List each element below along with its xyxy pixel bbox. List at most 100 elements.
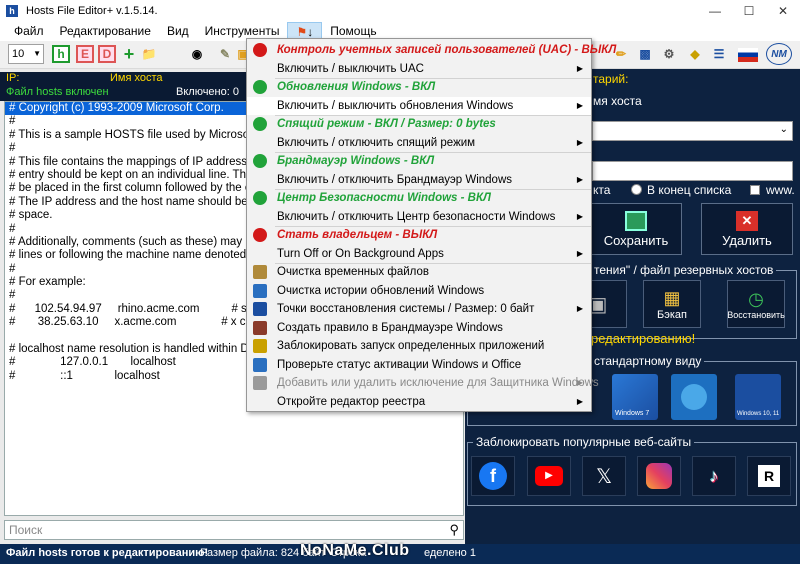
dropdown-item[interactable]: Очистка временных файлов [247, 263, 591, 281]
dropdown-item-label: Обновления Windows - ВКЛ [277, 81, 436, 93]
submenu-arrow-icon: ▶ [576, 396, 583, 406]
radio-end-of-list[interactable] [631, 184, 642, 195]
submenu-arrow-icon: ▶ [576, 137, 583, 147]
firewall-on-icon [253, 154, 267, 168]
menu-view[interactable]: Вид [159, 22, 197, 41]
maximize-button[interactable]: ☐ [732, 0, 766, 22]
font-size-select[interactable]: 10 ▼ [8, 44, 44, 64]
nm-logo-icon: NM [766, 43, 792, 65]
dropdown-item-label: Создать правило в Брандмауэре Windows [277, 321, 503, 334]
backup-group-title: тения" / файл резервных хостов [591, 263, 777, 277]
dropdown-item[interactable]: Откройте редактор реестра ▶ [247, 393, 591, 411]
standard-view-title: стандартному виду [591, 354, 705, 368]
submenu-arrow-icon: ▶ [576, 100, 583, 110]
defender-shield-icon [253, 376, 267, 390]
backup-button[interactable]: ▦ Бэкап [643, 280, 701, 328]
open-folder-icon[interactable]: 📁 [140, 45, 158, 63]
edit-e-button[interactable]: E [76, 45, 94, 63]
dropdown-item[interactable]: Включить / выключить обновления Windows ▶ [247, 96, 591, 115]
dropdown-item[interactable]: Включить / отключить Брандмауэр Windows ▶ [247, 171, 591, 189]
restore-clock-icon: ◷ [748, 288, 764, 309]
dropdown-item-label: Включить / отключить Центр безопасности … [277, 210, 556, 223]
disable-d-button[interactable]: D [98, 45, 116, 63]
dropdown-item-label: Очистка истории обновлений Windows [277, 284, 485, 297]
search-icon[interactable]: ⚲ [449, 522, 459, 538]
dropdown-item: Обновления Windows - ВКЛ [247, 78, 591, 96]
dropdown-item: Брандмауэр Windows - ВКЛ [247, 152, 591, 170]
edit-mode-text: редактированию! [591, 331, 696, 346]
ip-column-header[interactable]: IP: [6, 72, 19, 84]
windows-7-button[interactable]: Windows 7 [612, 374, 658, 420]
checklist-icon[interactable]: ☰ [710, 45, 728, 63]
dropdown-item-label: Спящий режим - ВКЛ / Размер: 0 bytes [277, 118, 496, 130]
minimize-button[interactable]: — [698, 0, 732, 22]
host-column-header[interactable]: Имя хоста [110, 72, 163, 84]
windows-8-button[interactable] [671, 374, 717, 420]
dropdown-item[interactable]: Включить / выключить UAC ▶ [247, 60, 591, 78]
dropdown-item-label: Контроль учетных записей пользователей (… [277, 44, 617, 56]
youtube-button[interactable]: ▶ [527, 456, 571, 496]
sleep-on-icon [253, 117, 267, 131]
windows-10-11-button[interactable]: Windows 10, 11 [735, 374, 781, 420]
enabled-count: Включено: 0 [176, 86, 239, 98]
delete-button[interactable]: ✕ Удалить [701, 203, 793, 255]
dropdown-item[interactable]: Проверьте статус активации Windows и Off… [247, 356, 591, 374]
dropdown-item[interactable]: Включить / отключить спящий режим ▶ [247, 134, 591, 152]
language-flag-icon[interactable] [738, 48, 758, 62]
comment-label: тарий: [593, 72, 629, 86]
radio-end-label: В конец списка [647, 183, 732, 197]
radio-start-label: кта [593, 183, 611, 197]
block-sites-title: Заблокировать популярные веб-сайты [473, 435, 695, 449]
youtube-icon: ▶ [535, 466, 563, 486]
search-input[interactable] [5, 521, 435, 539]
security-center-on-icon [253, 191, 267, 205]
floppy-disk-icon [625, 210, 647, 231]
lock-icon[interactable]: ◆ [686, 45, 704, 63]
dropdown-item[interactable]: Turn Off or On Background Apps ▶ [247, 245, 591, 263]
instagram-button[interactable] [637, 456, 681, 496]
tiktok-button[interactable]: ♪ [692, 456, 736, 496]
dropdown-item-label: Включить / отключить спящий режим [277, 136, 476, 149]
x-twitter-button[interactable]: 𝕏 [582, 456, 626, 496]
monitor-icon[interactable]: ▩ [636, 45, 654, 63]
host-name-label: мя хоста [593, 94, 642, 108]
dropdown-item-label: Включить / выключить UAC [277, 62, 424, 75]
windows-8-logo-icon [681, 384, 707, 410]
export-icon[interactable]: ✎ [216, 45, 234, 63]
add-icon[interactable]: + [120, 44, 138, 64]
comment-input[interactable] [592, 161, 793, 181]
save-button[interactable]: Сохранить [590, 203, 682, 255]
dropdown-item[interactable]: Создать правило в Брандмауэре Windows [247, 319, 591, 337]
dropdown-item[interactable]: Добавить или удалить исключение для Защи… [247, 374, 599, 392]
status-ready: Файл hosts готов к редактированию! [6, 547, 209, 559]
dropdown-item[interactable]: Точки восстановления системы / Размер: 0… [247, 300, 591, 318]
dropdown-item-label: Turn Off or On Background Apps [277, 247, 444, 260]
dropdown-item[interactable]: Очистка истории обновлений Windows [247, 282, 591, 300]
submenu-arrow-icon: ▶ [576, 174, 583, 184]
dropdown-item[interactable]: Заблокировать запуск определенных прилож… [247, 337, 591, 355]
menu-file[interactable]: Файл [6, 22, 52, 41]
dropdown-item: Контроль учетных записей пользователей (… [247, 41, 616, 59]
host-name-select[interactable]: ⌄ [592, 121, 793, 141]
watermark: NoNaMe.Club [300, 542, 410, 559]
ownership-icon [253, 228, 267, 242]
settings-icon[interactable]: ⚙ [660, 45, 678, 63]
tiktok-icon: ♪ [709, 465, 719, 486]
roblox-button[interactable]: R [747, 456, 791, 496]
delete-x-icon: ✕ [736, 210, 758, 231]
dropdown-item-label: Добавить или удалить исключение для Защи… [277, 377, 599, 389]
window-title: Hosts File Editor+ v.1.5.14. [26, 5, 158, 17]
dropdown-item[interactable]: Включить / отключить Центр безопасности … [247, 208, 591, 226]
binoculars-icon[interactable]: ◉ [188, 45, 206, 63]
facebook-button[interactable]: f [471, 456, 515, 496]
roblox-icon: R [758, 465, 780, 487]
www-checkbox[interactable] [750, 185, 760, 195]
broom-icon [253, 265, 267, 279]
close-button[interactable]: ✕ [766, 0, 800, 22]
menu-edit[interactable]: Редактирование [52, 22, 159, 41]
hosts-h-button[interactable]: h [52, 45, 70, 63]
chevron-down-icon: ⌄ [779, 124, 788, 135]
status-selected: еделено 1 [424, 547, 476, 559]
restore-button[interactable]: ◷ Восстановить [727, 280, 785, 328]
submenu-arrow-icon: ▶ [576, 248, 583, 258]
